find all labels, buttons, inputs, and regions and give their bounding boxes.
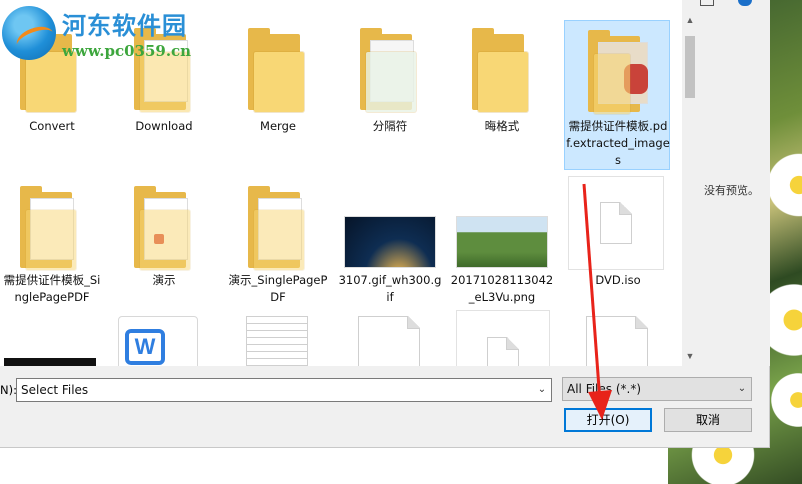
file-label: 3107.gif_wh300.gif (338, 273, 442, 304)
file-preview-frame[interactable] (456, 310, 550, 366)
cancel-button[interactable]: 取消 (664, 408, 752, 432)
filename-label: N): (0, 383, 17, 397)
filename-value: Select Files (21, 383, 89, 397)
vertical-scrollbar[interactable]: ▲ ▼ (682, 10, 698, 366)
file-icon[interactable] (358, 316, 420, 366)
background-strip (0, 448, 668, 484)
file-label: Convert (29, 119, 75, 133)
watermark-url: www.pc0359.cn (62, 42, 192, 60)
file-label: Download (135, 119, 193, 133)
chevron-down-icon[interactable]: ⌄ (533, 379, 551, 401)
view-icon[interactable] (700, 0, 714, 6)
file-label: 需提供证件模板.pdf.extracted_images (566, 119, 670, 167)
file-label: 演示_SinglePagePDF (228, 273, 328, 304)
file-label: 演示 (152, 273, 176, 287)
file-label: 晦格式 (484, 119, 520, 133)
wps-document-icon[interactable]: W (118, 316, 198, 366)
chevron-down-icon[interactable]: ⌄ (733, 378, 751, 400)
scroll-down-icon[interactable]: ▼ (682, 348, 698, 364)
preview-pane: 没有预览。 (698, 0, 770, 366)
open-file-dialog: Convert Download Merge 分隔符 晦格式 需提供证件模板.p… (0, 0, 770, 448)
file-label: 需提供证件模板_SinglePagePDF (3, 273, 101, 304)
file-label: 20171028113042_eL3Vu.png (450, 273, 554, 304)
file-label: Merge (260, 119, 296, 133)
text-file-icon[interactable] (246, 316, 308, 366)
image-thumbnail (4, 358, 96, 366)
no-preview-text: 没有预览。 (704, 184, 759, 197)
filename-input[interactable]: Select Files ⌄ (16, 378, 552, 402)
watermark-name: 河东软件园 (62, 12, 187, 40)
scroll-up-icon[interactable]: ▲ (682, 12, 698, 28)
image-thumbnail (344, 216, 436, 268)
red-arrow-icon (582, 183, 612, 420)
scroll-thumb[interactable] (685, 36, 695, 98)
file-label: 分隔符 (372, 119, 408, 133)
watermark: 河东软件园 www.pc0359.cn (0, 0, 200, 66)
daisy-flower (768, 370, 802, 430)
site-logo-icon (2, 6, 56, 60)
image-thumbnail (456, 216, 548, 268)
